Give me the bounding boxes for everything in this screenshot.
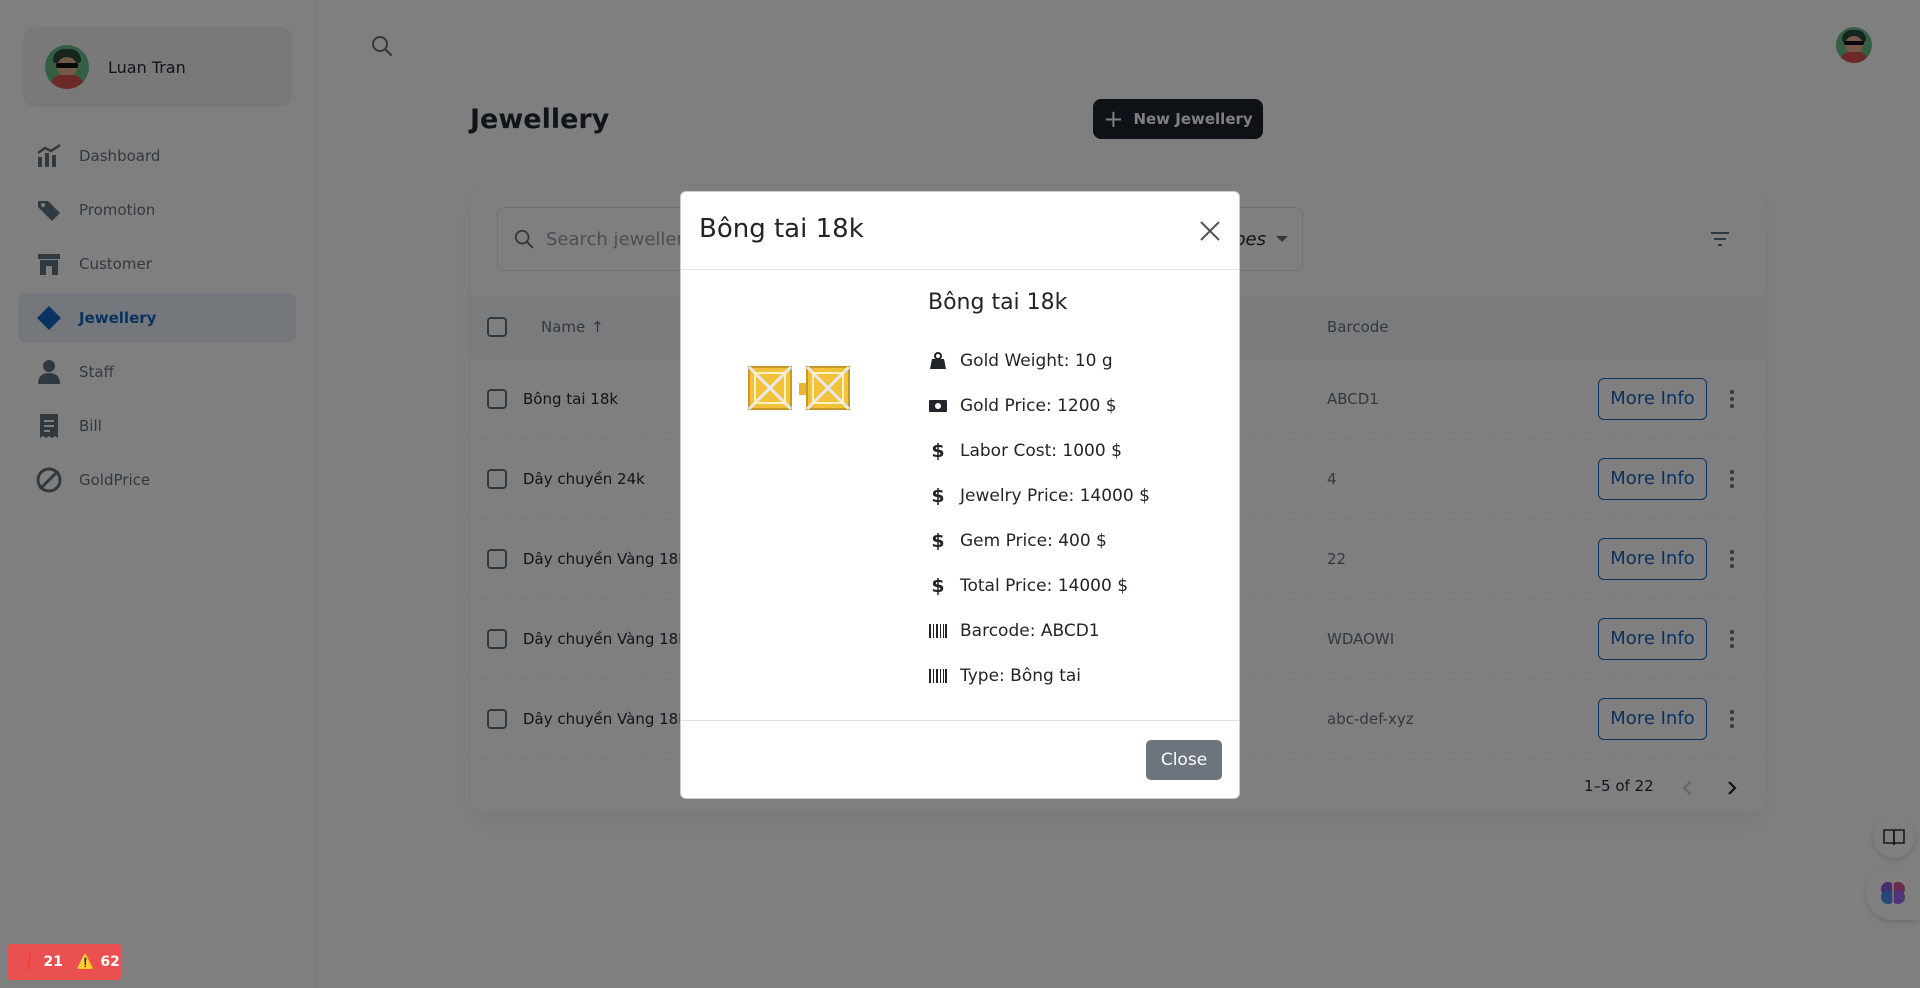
detail-text: Type: Bông tai (960, 665, 1082, 686)
barcode-icon (928, 666, 948, 686)
modal-header: Bông tai 18k (681, 192, 1239, 270)
detail-text: Barcode: ABCD1 (960, 620, 1100, 641)
detail-labor-cost: $ Labor Cost: 1000 $ (928, 428, 1150, 473)
warning-count: 62 (100, 954, 120, 970)
detail-jewelry-price: $ Jewelry Price: 14000 $ (928, 473, 1150, 518)
detail-gold-price: Gold Price: 1200 $ (928, 383, 1150, 428)
jewellery-detail-modal: Bông tai 18k Bông tai 18k Gold Weight: 1… (680, 191, 1240, 799)
detail-text: Gold Weight: 10 g (960, 350, 1113, 371)
dollar-icon: $ (931, 529, 945, 552)
detail-text: Labor Cost: 1000 $ (960, 440, 1122, 461)
detail-type: Type: Bông tai (928, 653, 1150, 698)
product-name: Bông tai 18k (928, 290, 1068, 315)
modal-footer: Close (681, 720, 1239, 798)
detail-barcode: Barcode: ABCD1 (928, 608, 1150, 653)
detail-text: Jewelry Price: 14000 $ (960, 485, 1150, 506)
dev-error-badge[interactable]: ❗ 21 ⚠️ 62 (8, 944, 121, 980)
product-image (747, 363, 853, 413)
modal-title: Bông tai 18k (699, 214, 864, 244)
weight-icon (928, 351, 948, 371)
dollar-icon: $ (931, 439, 945, 462)
error-icon: ❗ (20, 954, 38, 970)
modal-body: Bông tai 18k Gold Weight: 10 g Gold Pric… (681, 270, 1239, 720)
detail-gold-weight: Gold Weight: 10 g (928, 338, 1150, 383)
error-count: 21 (43, 954, 63, 970)
detail-total-price: $ Total Price: 14000 $ (928, 563, 1150, 608)
money-icon (928, 396, 948, 416)
close-button[interactable]: Close (1146, 740, 1222, 780)
dollar-icon: $ (931, 574, 945, 597)
detail-text: Gold Price: 1200 $ (960, 395, 1117, 416)
product-detail-list: Gold Weight: 10 g Gold Price: 1200 $ $ L… (928, 338, 1150, 698)
barcode-icon (928, 621, 948, 641)
detail-gem-price: $ Gem Price: 400 $ (928, 518, 1150, 563)
close-icon[interactable] (1197, 218, 1223, 244)
dollar-icon: $ (931, 484, 945, 507)
detail-text: Gem Price: 400 $ (960, 530, 1107, 551)
detail-text: Total Price: 14000 $ (960, 575, 1129, 596)
warning-icon: ⚠️ (76, 954, 95, 970)
